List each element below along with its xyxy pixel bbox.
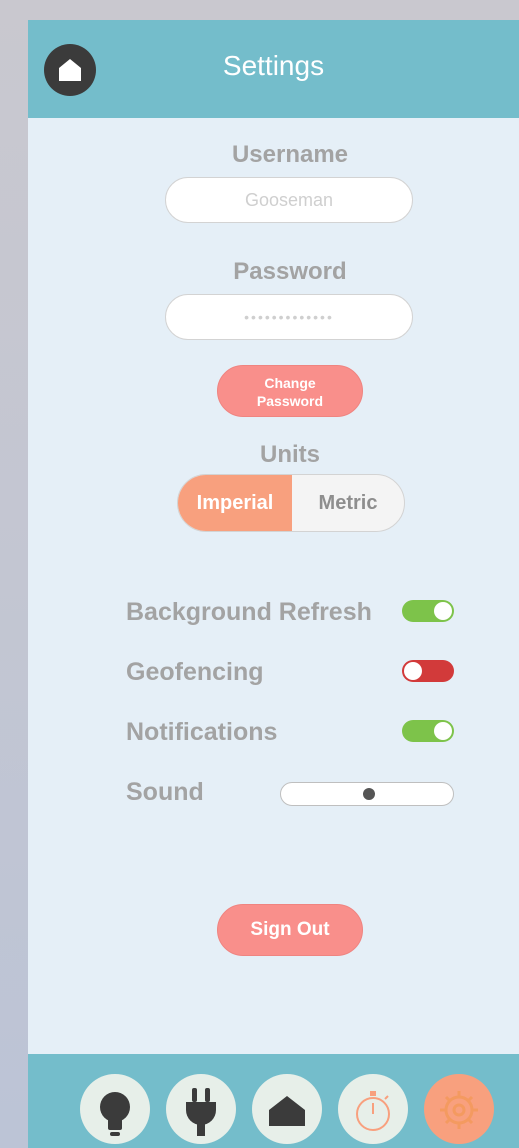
sign-out-button[interactable]: Sign Out	[217, 904, 363, 956]
home-icon	[269, 1096, 305, 1126]
change-password-label-line2: Password	[256, 393, 324, 409]
notifications-label: Notifications	[126, 718, 278, 746]
lightbulb-icon	[100, 1092, 130, 1136]
toggle-knob	[404, 662, 422, 680]
units-segmented-control: Imperial Metric	[177, 474, 405, 532]
toggle-knob	[434, 722, 452, 740]
notifications-toggle[interactable]	[402, 720, 454, 742]
sound-slider[interactable]	[280, 782, 454, 806]
geofencing-toggle[interactable]	[402, 660, 454, 682]
tab-settings[interactable]	[424, 1074, 494, 1144]
slider-thumb[interactable]	[362, 788, 375, 800]
header-bar: Settings	[28, 20, 519, 118]
change-password-label-line1: Change	[264, 375, 316, 391]
password-field[interactable]: •••••••••••••	[165, 294, 413, 340]
stopwatch-icon	[356, 1091, 390, 1131]
plug-icon	[186, 1088, 216, 1136]
tab-home[interactable]	[252, 1074, 322, 1144]
tab-stopwatch[interactable]	[338, 1074, 408, 1144]
geofencing-label: Geofencing	[126, 658, 264, 686]
page-title: Settings	[222, 50, 325, 81]
background-refresh-toggle[interactable]	[402, 600, 454, 622]
toggle-knob	[434, 602, 452, 620]
background-refresh-label: Background Refresh	[126, 598, 372, 626]
tab-bar	[28, 1054, 519, 1148]
tab-plug[interactable]	[166, 1074, 236, 1144]
units-option-imperial[interactable]: Imperial	[178, 475, 292, 531]
sound-label: Sound	[126, 778, 204, 806]
gear-icon	[440, 1091, 478, 1129]
settings-screen: Settings Username Gooseman Password ••••…	[28, 20, 519, 1148]
username-label: Username	[231, 141, 349, 168]
units-option-metric[interactable]: Metric	[292, 475, 404, 531]
units-label: Units	[260, 441, 320, 468]
username-field[interactable]: Gooseman	[165, 177, 413, 223]
change-password-button[interactable]: Change Password	[217, 365, 363, 417]
password-label: Password	[233, 258, 347, 285]
tab-lightbulb[interactable]	[80, 1074, 150, 1144]
